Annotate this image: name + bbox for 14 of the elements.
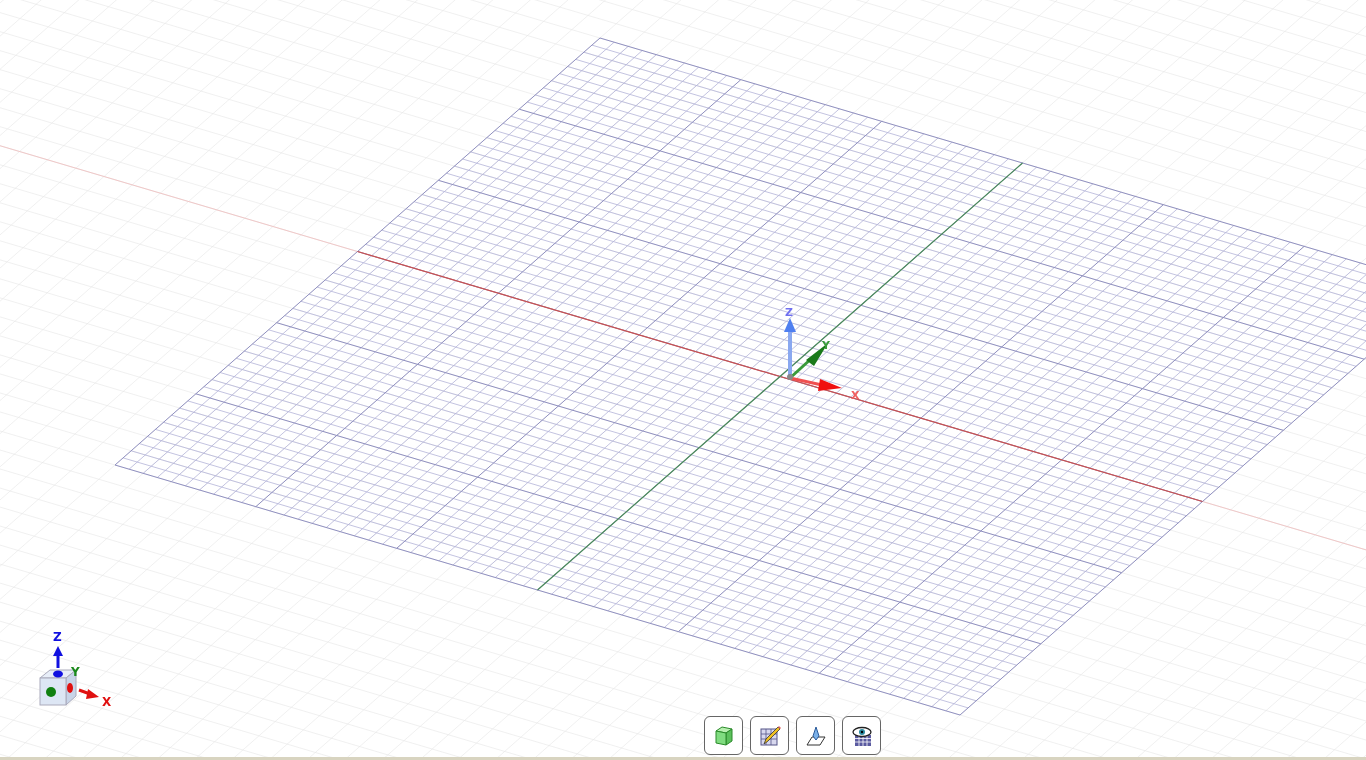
plane-tool-button[interactable]: [796, 716, 835, 755]
axis-triad-icon: [784, 318, 842, 391]
view-cube-z-label: Z: [53, 630, 62, 644]
z-axis-label: Z: [785, 306, 793, 319]
view-tool-button[interactable]: [842, 716, 881, 755]
plane-icon: [804, 724, 827, 747]
eye-grid-icon: [850, 724, 873, 747]
sketch-tool-button[interactable]: [750, 716, 789, 755]
view-cube-x-label: X: [102, 695, 112, 709]
cube-icon: [713, 724, 734, 747]
pencil-grid-icon: [758, 724, 781, 747]
solid-tool-button[interactable]: [704, 716, 743, 755]
view-cube-icon[interactable]: [39, 646, 99, 706]
view-cube-y-label: Y: [71, 665, 80, 679]
